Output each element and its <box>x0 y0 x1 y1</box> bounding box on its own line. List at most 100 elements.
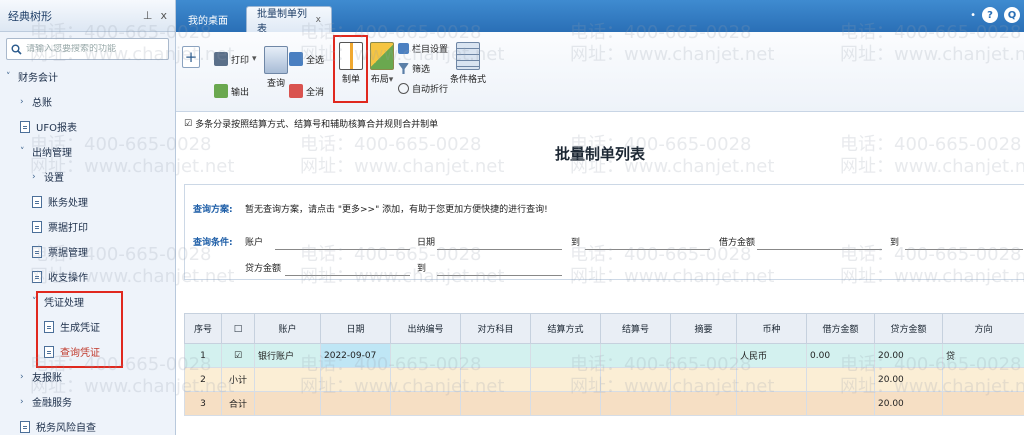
column-header-seq[interactable]: 序号 <box>184 313 222 344</box>
column-header-select[interactable]: □ <box>221 313 255 344</box>
debit-amount-label: 借方金额 <box>719 238 756 248</box>
chevron-right-icon: › <box>20 396 24 407</box>
debit-amount-to-label: 到 <box>890 238 900 248</box>
nav-item-query-voucher[interactable]: 查询凭证 <box>0 339 175 364</box>
select-all-icon <box>289 52 303 66</box>
nav-item-friend-reimburse[interactable]: › 友报账 <box>0 364 175 389</box>
cell-currency[interactable]: 人民币 <box>736 343 807 368</box>
column-header-direction[interactable]: 方向 <box>942 313 1024 344</box>
filter-button[interactable]: 筛选 <box>398 62 430 75</box>
nav-item-account-processing[interactable]: 账务处理 <box>0 189 175 214</box>
print-label: 打印 <box>231 55 250 66</box>
cell-seq: 3 <box>184 391 222 416</box>
account-input[interactable] <box>275 249 410 250</box>
function-search-box[interactable] <box>6 38 169 60</box>
nav-item-settings[interactable]: › 设置 <box>0 164 175 189</box>
tab-batch-voucher-list[interactable]: 批量制单列表 x <box>246 6 332 35</box>
column-header-settlement-no[interactable]: 结算号 <box>600 313 671 344</box>
date-from-input[interactable] <box>437 249 562 250</box>
cell-debit-amount[interactable]: 0.00 <box>806 343 875 368</box>
layout-button[interactable]: 布局▾ <box>370 42 394 85</box>
tab-label: 我的桌面 <box>188 15 228 27</box>
cell-account <box>254 367 321 392</box>
cell-settlement-no <box>600 391 671 416</box>
sidebar-title: 经典树形 <box>8 9 52 23</box>
query-panel: 查询方案: 暂无查询方案，请点击 "更多>>" 添加，有助于您更加方便快捷的进行… <box>184 184 1024 280</box>
nav-label: 总账 <box>32 98 52 109</box>
cell-direction[interactable]: 贷 <box>942 343 1024 368</box>
nav-item-finance-accounting[interactable]: ˅ 财务会计 <box>0 64 175 89</box>
cell-direction <box>942 367 1024 392</box>
print-button[interactable]: 打印 ▾ <box>214 52 257 66</box>
query-button[interactable]: 查询 <box>264 46 288 89</box>
document-icon <box>32 245 42 258</box>
tab-my-desktop[interactable]: 我的桌面 <box>178 6 240 32</box>
column-header-credit-amount[interactable]: 贷方金额 <box>874 313 943 344</box>
nav-item-ufo-report[interactable]: UFO报表 <box>0 114 175 139</box>
help-icon[interactable]: ? <box>982 7 998 23</box>
cell-settlement-no <box>600 367 671 392</box>
document-icon <box>32 220 42 233</box>
export-button[interactable]: 输出 <box>214 84 249 98</box>
export-icon <box>214 84 228 98</box>
column-header-cashier-no[interactable]: 出纳编号 <box>390 313 461 344</box>
table-row[interactable]: 1 ☑ 银行账户 2022-09-07 人民币 0.00 20.00 贷 <box>184 343 1024 368</box>
row-checkbox[interactable]: ☑ <box>221 343 255 368</box>
column-header-currency[interactable]: 币种 <box>736 313 807 344</box>
nav-item-cashier-management[interactable]: ˅ 出纳管理 <box>0 139 175 164</box>
cell-settlement-method <box>530 391 601 416</box>
nav-item-bill-printing[interactable]: 票据打印 <box>0 214 175 239</box>
credit-amount-from-input[interactable] <box>285 275 410 276</box>
auto-wrap-button[interactable]: 自动折行 <box>398 82 448 95</box>
search-icon[interactable]: Q <box>1004 7 1020 23</box>
voucher-document-icon <box>339 42 363 70</box>
chevron-down-icon: ˅ <box>32 296 37 307</box>
debit-amount-to-input[interactable] <box>905 249 1023 250</box>
cell-date[interactable]: 2022-09-07 <box>320 343 391 368</box>
add-button[interactable]: + <box>182 46 200 68</box>
cell-credit-amount[interactable]: 20.00 <box>874 343 943 368</box>
menu-dot-icon[interactable]: • <box>970 10 976 21</box>
nav-tree: ˅ 财务会计 › 总账 UFO报表 ˅ 出纳管理 › 设置 账务处理 票据打印 票据管理… <box>0 64 175 435</box>
column-header-summary[interactable]: 摘要 <box>670 313 737 344</box>
column-header-account[interactable]: 账户 <box>254 313 321 344</box>
cell-summary <box>670 367 737 392</box>
deselect-all-icon <box>289 84 303 98</box>
cell-summary[interactable] <box>670 343 737 368</box>
cell-account[interactable]: 银行账户 <box>254 343 321 368</box>
tab-close-icon[interactable]: x <box>316 15 321 25</box>
function-search-input[interactable] <box>26 44 164 54</box>
cell-counter-account[interactable] <box>460 343 531 368</box>
pin-icon[interactable]: ⊥ <box>143 9 153 22</box>
nav-item-general-ledger[interactable]: › 总账 <box>0 89 175 114</box>
column-header-date[interactable]: 日期 <box>320 313 391 344</box>
merge-option-checkbox[interactable]: ☑ <box>184 119 192 129</box>
make-voucher-button[interactable]: 制单 <box>336 42 366 85</box>
grid-header-row: 序号 □ 账户 日期 出纳编号 对方科目 结算方式 结算号 摘要 币种 借方金额… <box>184 313 1024 344</box>
query-condition-label: 查询条件: <box>193 238 233 248</box>
nav-item-financial-services[interactable]: › 金融服务 <box>0 389 175 414</box>
select-all-button[interactable]: 全选 <box>289 52 324 66</box>
nav-item-generate-voucher[interactable]: 生成凭证 <box>0 314 175 339</box>
merge-option[interactable]: ☑ 多条分录按照结算方式、结算号和辅助核算合并规则合并制单 <box>184 117 438 131</box>
debit-amount-from-input[interactable] <box>757 249 882 250</box>
column-header-debit-amount[interactable]: 借方金额 <box>806 313 875 344</box>
close-icon[interactable]: x <box>160 9 167 22</box>
credit-amount-to-input[interactable] <box>437 275 562 276</box>
nav-item-tax-risk-check[interactable]: 税务风险自查 <box>0 414 175 435</box>
cell-settlement-no[interactable] <box>600 343 671 368</box>
column-header-counter-account[interactable]: 对方科目 <box>460 313 531 344</box>
cell-settlement-method[interactable] <box>530 343 601 368</box>
cell-account <box>254 391 321 416</box>
column-header-settlement-method[interactable]: 结算方式 <box>530 313 601 344</box>
column-settings-button[interactable]: 栏目设置 <box>398 42 448 55</box>
deselect-all-button[interactable]: 全消 <box>289 84 324 98</box>
nav-item-income-expense[interactable]: 收支操作 <box>0 264 175 289</box>
cell-cashier-no[interactable] <box>390 343 461 368</box>
date-to-input[interactable] <box>585 249 710 250</box>
query-scheme-text: 暂无查询方案，请点击 "更多>>" 添加，有助于您更加方便快捷的进行查询! <box>245 205 548 215</box>
nav-item-voucher-processing[interactable]: ˅ 凭证处理 <box>0 289 175 314</box>
conditional-format-button[interactable]: 条件格式 <box>450 42 486 85</box>
magnifier-icon <box>264 46 288 74</box>
nav-item-bill-management[interactable]: 票据管理 <box>0 239 175 264</box>
